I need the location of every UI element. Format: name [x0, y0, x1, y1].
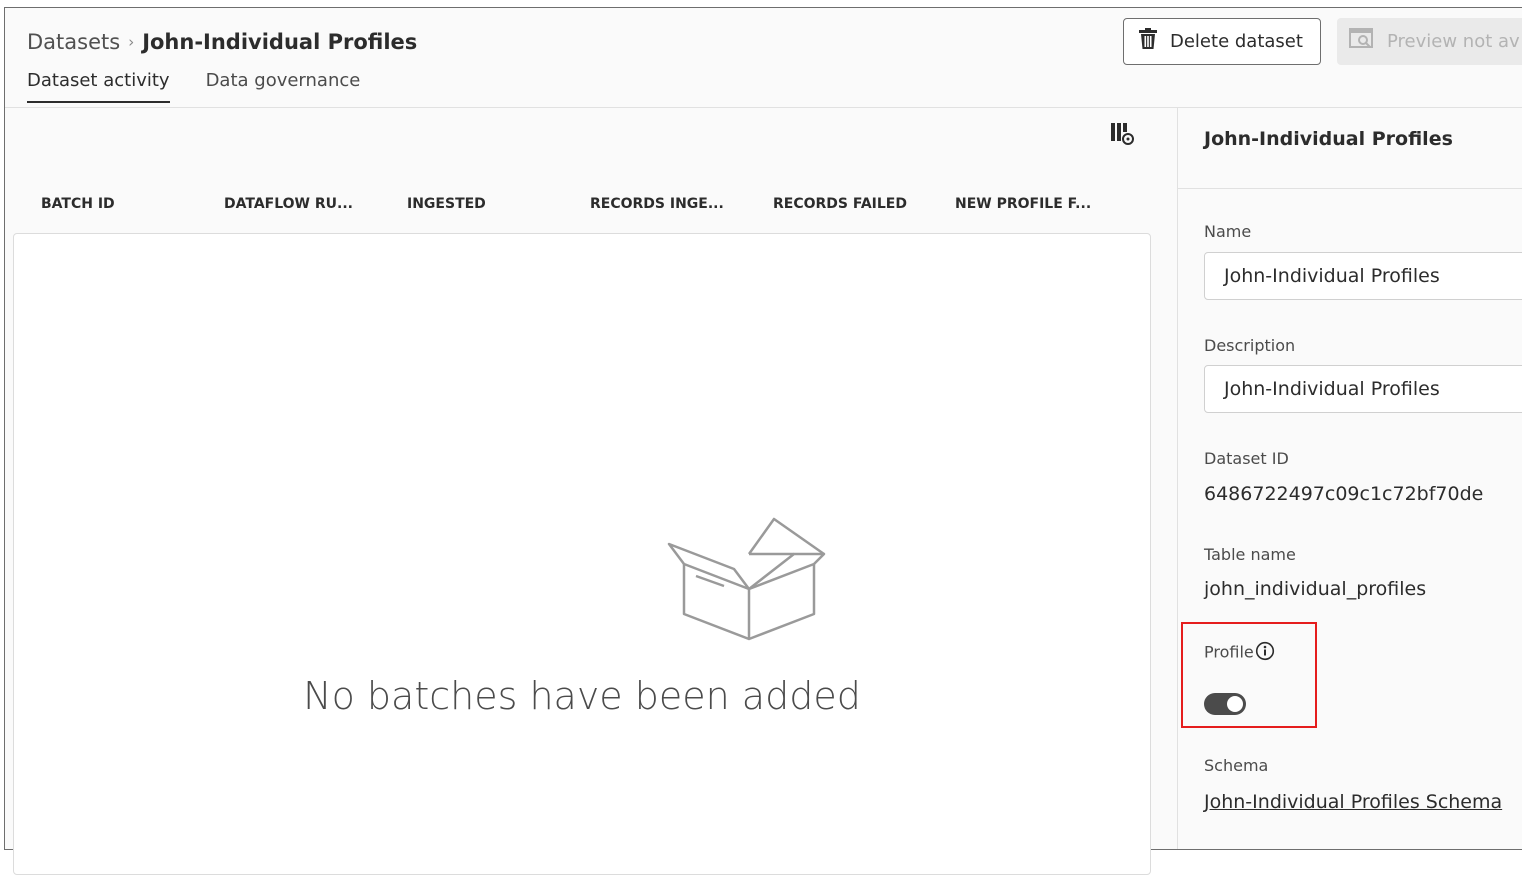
description-label: Description	[1204, 336, 1296, 355]
name-label: Name	[1204, 222, 1252, 241]
empty-state-message: No batches have been added	[303, 674, 861, 718]
schema-link[interactable]: John-Individual Profiles Schema	[1204, 791, 1502, 813]
column-header-dataflow-run[interactable]: DATAFLOW RU...	[224, 196, 353, 212]
breadcrumb: Datasets › John-Individual Profiles	[27, 30, 417, 54]
table-name-label: Table name	[1204, 545, 1296, 564]
table-body: No batches have been added	[13, 233, 1151, 875]
preview-label: Preview not av	[1387, 31, 1520, 52]
trash-icon	[1138, 28, 1158, 55]
dataset-id-value: 6486722497c09c1c72bf70de	[1204, 483, 1484, 505]
page-header: Datasets › John-Individual Profiles Datase…	[5, 8, 1522, 108]
delete-dataset-button[interactable]: Delete dataset	[1123, 18, 1321, 65]
preview-button[interactable]: Preview not av	[1337, 18, 1522, 65]
batch-table-area: BATCH ID DATAFLOW RU... INGESTED RECORDS…	[5, 108, 1177, 875]
tab-bar: Dataset activity Data governance	[27, 70, 360, 103]
description-field[interactable]: John-Individual Profiles	[1204, 365, 1522, 413]
breadcrumb-datasets-link[interactable]: Datasets	[27, 30, 120, 54]
panel-divider	[1178, 188, 1522, 189]
name-field[interactable]: John-Individual Profiles	[1204, 252, 1522, 300]
profile-highlight-box	[1181, 622, 1317, 728]
dataset-details-panel: John-Individual Profiles Name John-Indiv…	[1177, 108, 1522, 849]
column-header-batch-id[interactable]: BATCH ID	[41, 196, 115, 212]
app-window: Datasets › John-Individual Profiles Datase…	[4, 7, 1522, 875]
delete-dataset-label: Delete dataset	[1170, 31, 1303, 52]
column-settings-icon[interactable]	[1109, 120, 1135, 150]
column-header-ingested[interactable]: INGESTED	[407, 196, 486, 212]
tab-dataset-activity[interactable]: Dataset activity	[27, 70, 170, 103]
panel-title: John-Individual Profiles	[1204, 128, 1453, 150]
open-box-icon	[664, 514, 834, 648]
preview-icon	[1349, 28, 1375, 55]
dataset-id-label: Dataset ID	[1204, 449, 1289, 468]
column-header-new-profile-fragments[interactable]: NEW PROFILE F...	[955, 196, 1091, 212]
column-header-records-ingested[interactable]: RECORDS INGE...	[590, 196, 724, 212]
column-header-records-failed[interactable]: RECORDS FAILED	[773, 196, 907, 212]
page-title: John-Individual Profiles	[142, 30, 418, 54]
schema-label: Schema	[1204, 756, 1269, 775]
tab-data-governance[interactable]: Data governance	[206, 70, 361, 103]
table-name-value: john_individual_profiles	[1204, 578, 1427, 600]
breadcrumb-separator: ›	[128, 33, 135, 51]
